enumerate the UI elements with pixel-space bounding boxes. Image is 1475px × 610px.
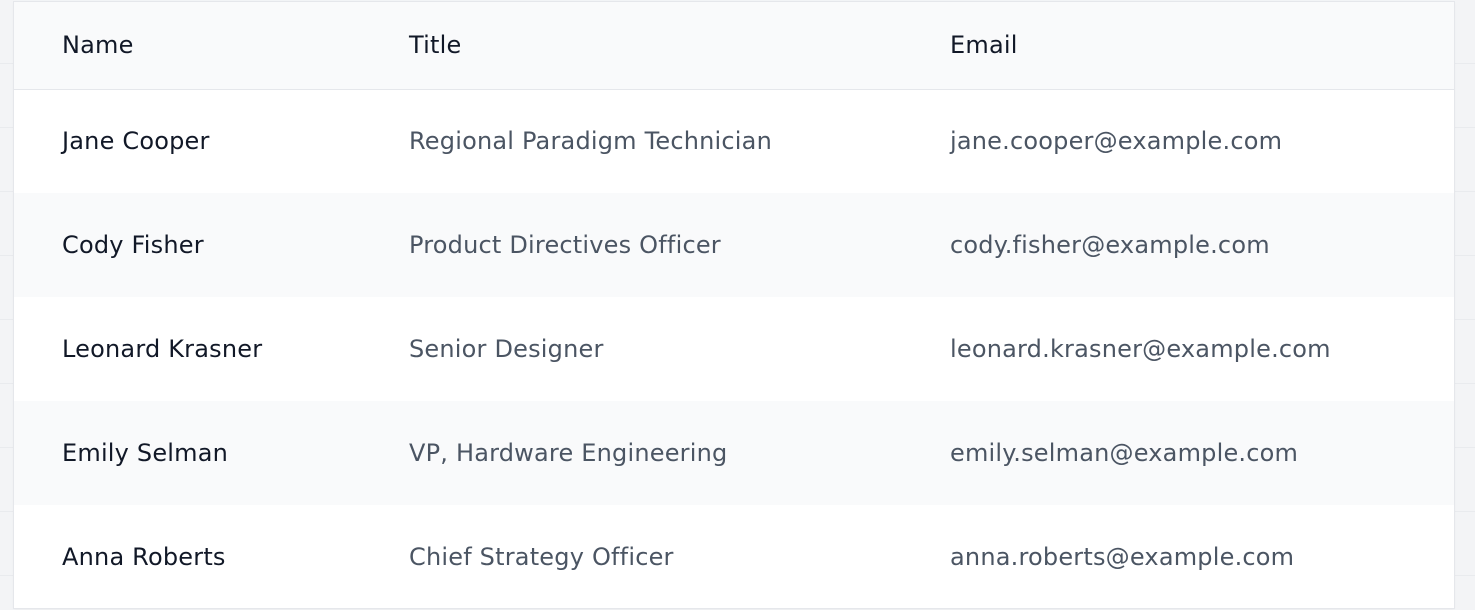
table-row[interactable]: Leonard Krasner Senior Designer leonard.…	[14, 297, 1454, 401]
people-table-card: Name Title Email Jane Cooper Regional Pa…	[14, 2, 1454, 608]
cell-name: Jane Cooper	[62, 127, 210, 156]
cell-title: Product Directives Officer	[409, 231, 721, 259]
cell-name: Cody Fisher	[62, 231, 204, 259]
cell-title: Chief Strategy Officer	[409, 543, 674, 571]
cell-email[interactable]: cody.fisher@example.com	[950, 193, 1454, 297]
cell-email[interactable]: jane.cooper@example.com	[950, 89, 1454, 193]
cell-name: Anna Roberts	[62, 543, 226, 571]
cell-title: Regional Paradigm Technician	[409, 127, 772, 156]
table-header-row: Name Title Email	[14, 2, 1454, 89]
column-header-name[interactable]: Name	[14, 2, 409, 89]
cell-name: Emily Selman	[62, 439, 229, 467]
table-row[interactable]: Cody Fisher Product Directives Officer c…	[14, 193, 1454, 297]
cell-name: Leonard Krasner	[62, 335, 263, 363]
cell-email[interactable]: leonard.krasner@example.com	[950, 297, 1454, 401]
table-header: Name Title Email	[14, 2, 1454, 89]
cell-email[interactable]: emily.selman@example.com	[950, 401, 1454, 505]
table-row[interactable]: Emily Selman VP, Hardware Engineering em…	[14, 401, 1454, 505]
cell-title: VP, Hardware Engineering	[409, 439, 728, 467]
column-header-email[interactable]: Email	[950, 2, 1454, 89]
table-row[interactable]: Jane Cooper Regional Paradigm Technician…	[14, 89, 1454, 193]
people-table: Name Title Email Jane Cooper Regional Pa…	[14, 2, 1454, 608]
column-header-title[interactable]: Title	[409, 2, 950, 89]
table-row[interactable]: Anna Roberts Chief Strategy Officer anna…	[14, 505, 1454, 608]
table-body: Jane Cooper Regional Paradigm Technician…	[14, 89, 1454, 608]
cell-title: Senior Designer	[409, 335, 604, 363]
cell-email[interactable]: anna.roberts@example.com	[950, 505, 1454, 608]
